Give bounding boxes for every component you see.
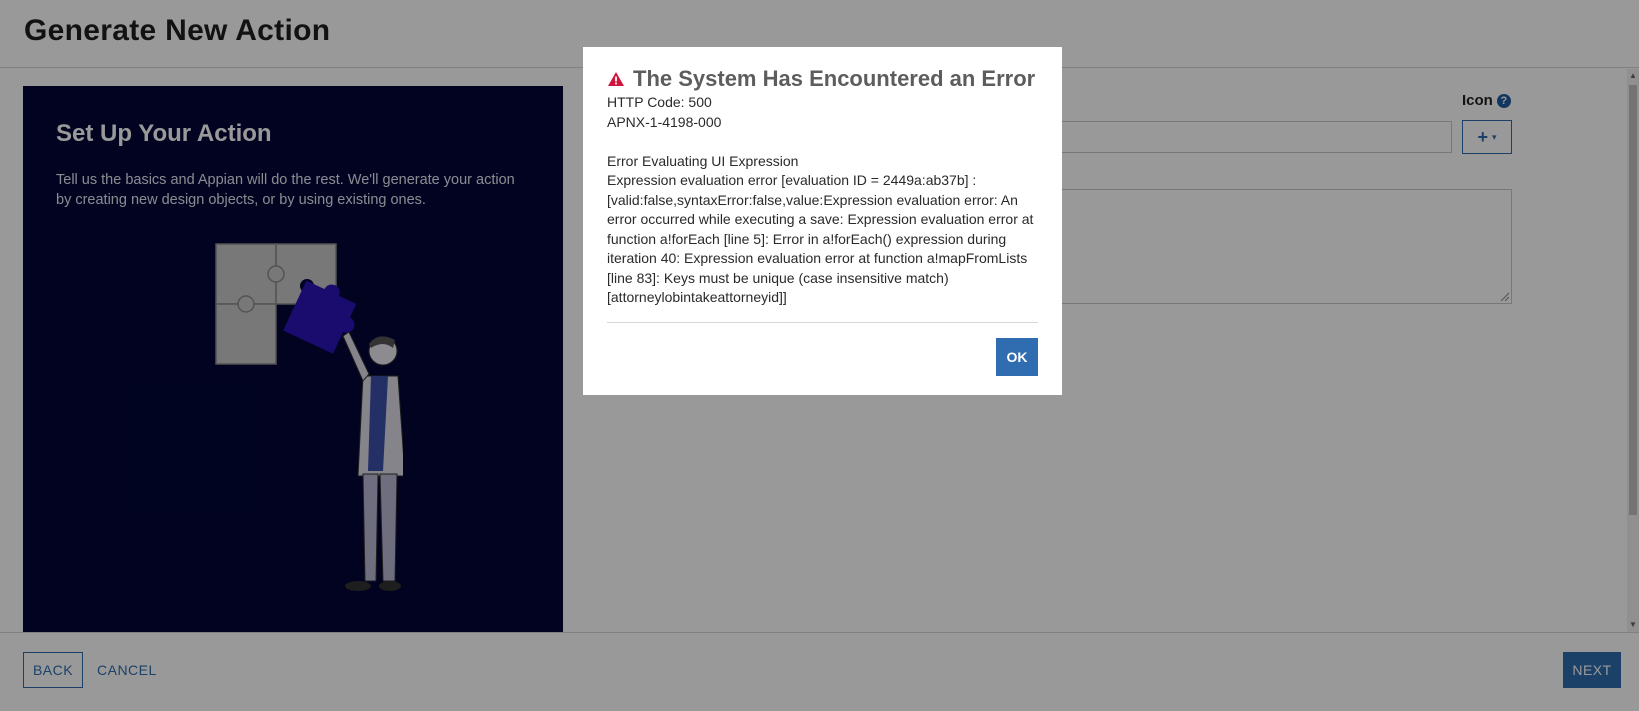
dialog-divider [607, 322, 1038, 323]
dialog-title-text: The System Has Encountered an Error [633, 66, 1036, 91]
http-code-text: HTTP Code: 500 [607, 94, 712, 110]
dialog-title: The System Has Encountered an Error [607, 66, 1035, 92]
dialog-body: HTTP Code: 500 APNX-1-4198-000 Error Eva… [607, 93, 1047, 308]
error-heading-text: Error Evaluating UI Expression [607, 152, 799, 169]
error-id-text: APNX-1-4198-000 [607, 113, 722, 130]
warning-triangle-icon [608, 72, 624, 86]
error-detail-text: Expression evaluation error [evaluation … [607, 172, 1034, 305]
error-dialog: The System Has Encountered an Error HTTP… [583, 47, 1062, 395]
ok-button[interactable]: OK [996, 338, 1038, 376]
